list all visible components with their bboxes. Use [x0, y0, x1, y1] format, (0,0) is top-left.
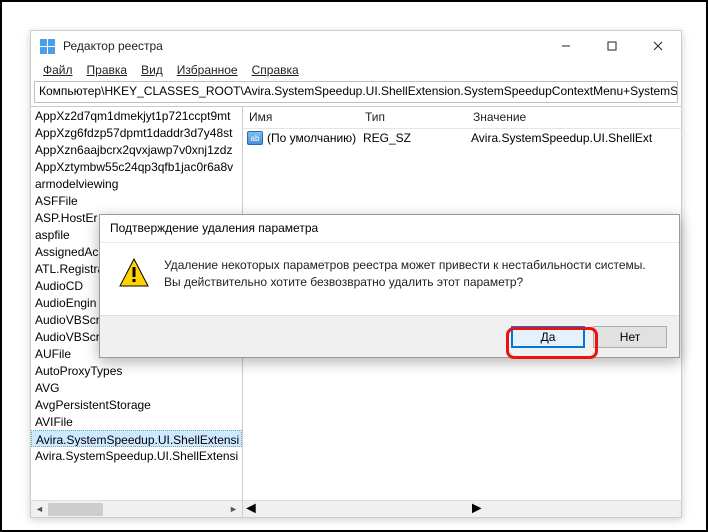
list-hscroll[interactable]: ◄ ►	[243, 500, 681, 517]
scroll-right-icon[interactable]: ►	[225, 501, 242, 517]
tree-item[interactable]: AppXztymbw55c24qp3qfb1jac0r6a8v	[31, 158, 242, 175]
value-row[interactable]: ab (По умолчанию) REG_SZ Avira.SystemSpe…	[243, 129, 681, 147]
titlebar[interactable]: Редактор реестра	[31, 31, 681, 61]
confirm-delete-dialog: Подтверждение удаления параметра Удалени…	[99, 214, 680, 358]
col-name[interactable]: Имя	[243, 107, 359, 128]
tree-item[interactable]: AppXz2d7qm1dmekjyt1p721ccpt9mt	[31, 107, 242, 124]
window-title: Редактор реестра	[63, 39, 543, 53]
cell-value: Avira.SystemSpeedup.UI.ShellExt	[471, 131, 681, 145]
menu-view[interactable]: Вид	[135, 63, 169, 77]
tree-item[interactable]: armodelviewing	[31, 175, 242, 192]
menu-file[interactable]: Файл	[37, 63, 79, 77]
tree-item[interactable]: Avira.SystemSpeedup.UI.ShellExtensi	[31, 447, 242, 464]
cell-type: REG_SZ	[363, 131, 471, 145]
string-value-icon: ab	[247, 131, 263, 145]
tree-item[interactable]: ASFFile	[31, 192, 242, 209]
tree-item[interactable]: AppXzn6aajbcrx2qvxjawp7v0xnj1zdz	[31, 141, 242, 158]
warning-icon	[118, 257, 150, 289]
menu-favorites[interactable]: Избранное	[171, 63, 244, 77]
tree-item[interactable]: AppXzg6fdzp57dpmt1daddr3d7y48st	[31, 124, 242, 141]
no-button[interactable]: Нет	[593, 326, 667, 348]
tree-item[interactable]: AVIFile	[31, 413, 242, 430]
tree-item[interactable]: Avira.SystemSpeedup.UI.ShellExtensi	[31, 430, 242, 447]
dialog-text: Удаление некоторых параметров реестра мо…	[164, 257, 646, 309]
tree-item[interactable]: AvgPersistentStorage	[31, 396, 242, 413]
dialog-title: Подтверждение удаления параметра	[100, 215, 679, 243]
scroll-left-icon[interactable]: ◄	[31, 501, 48, 517]
tree-item[interactable]: AVG	[31, 379, 242, 396]
scroll-left-icon[interactable]: ◄	[243, 500, 259, 517]
yes-button[interactable]: Да	[511, 326, 585, 348]
address-bar[interactable]: Компьютер\HKEY_CLASSES_ROOT\Avira.System…	[34, 81, 678, 103]
col-value[interactable]: Значение	[467, 107, 681, 128]
tree-item[interactable]: AutoProxyTypes	[31, 362, 242, 379]
tree-hscroll[interactable]: ◄ ►	[31, 500, 242, 517]
menubar: Файл Правка Вид Избранное Справка	[31, 61, 681, 81]
close-button[interactable]	[635, 31, 681, 61]
scroll-right-icon[interactable]: ►	[469, 500, 485, 517]
maximize-button[interactable]	[589, 31, 635, 61]
menu-help[interactable]: Справка	[246, 63, 305, 77]
menu-edit[interactable]: Правка	[81, 63, 134, 77]
cell-name: (По умолчанию)	[267, 131, 363, 145]
minimize-button[interactable]	[543, 31, 589, 61]
col-type[interactable]: Тип	[359, 107, 467, 128]
regedit-icon	[39, 38, 55, 54]
